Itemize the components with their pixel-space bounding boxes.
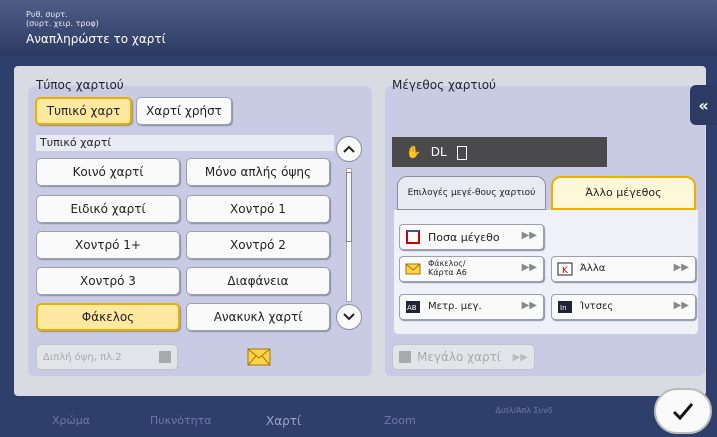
svg-text:In: In bbox=[560, 304, 567, 312]
bottom-tab-density[interactable]: Πυκνότητα bbox=[150, 414, 211, 427]
size-option-label: Άλλα bbox=[580, 263, 606, 274]
size-option-custom[interactable]: AB Μετρ. μεγ. ▶▶ bbox=[399, 294, 544, 320]
paper-size-heading: Μέγεθος χαρτιού bbox=[392, 78, 496, 92]
paper-item-single-side[interactable]: Μόνο απλής όψης bbox=[186, 158, 330, 186]
double-arrow-right-icon: ▶▶ bbox=[512, 352, 528, 363]
paper-item-special[interactable]: Ειδικό χαρτί bbox=[36, 195, 180, 223]
size-option-label: Φάκελος/ Κάρτα Α6 bbox=[428, 259, 467, 277]
duplex-label: Διπλή όψη, πλ.2 bbox=[43, 351, 122, 363]
double-arrow-right-icon: ▶▶ bbox=[673, 300, 689, 311]
bottom-tab-duplex[interactable]: Διπλ/Απλ Συνδ bbox=[494, 406, 554, 416]
custom-size-icon: AB bbox=[406, 301, 420, 313]
current-size-display: ✋ DL bbox=[392, 137, 607, 167]
paper-type-heading: Τύπος χαρτιού bbox=[36, 78, 124, 92]
list-scrollbar[interactable] bbox=[336, 136, 362, 334]
paper-item-thick3[interactable]: Χοντρό 3 bbox=[36, 267, 180, 295]
bottom-tab-zoom[interactable]: Zoom bbox=[384, 414, 416, 427]
bottom-tab-paper[interactable]: Χαρτί bbox=[266, 414, 301, 428]
pocket-size-icon bbox=[406, 230, 420, 244]
svg-text:AB: AB bbox=[407, 304, 417, 312]
envelope-icon-graphic bbox=[247, 348, 271, 366]
size-option-label: Ίντσες bbox=[580, 301, 614, 312]
duplex-second-side-button: Διπλή όψη, πλ.2 bbox=[36, 344, 178, 370]
paper-item-thick1-plus[interactable]: Χοντρό 1+ bbox=[36, 231, 180, 259]
checkbox-icon bbox=[159, 351, 171, 363]
inch-size-icon: In bbox=[558, 301, 572, 313]
header-bar: Ρυθ. συρτ. (συρτ. χειρ. τροφ) Αναπληρώστ… bbox=[0, 0, 717, 56]
tab-other-size[interactable]: Άλλο μέγεθος bbox=[551, 176, 696, 210]
large-paper-button: Μεγάλο χαρτί ▶▶ bbox=[392, 344, 535, 370]
envelope-icon bbox=[247, 348, 271, 366]
size-option-label: Ποσα μέγεθο bbox=[428, 231, 500, 244]
checkmark-icon bbox=[672, 403, 694, 421]
chevron-down-icon bbox=[343, 313, 355, 321]
double-arrow-right-icon: ▶▶ bbox=[673, 262, 689, 273]
paper-item-thick2[interactable]: Χοντρό 2 bbox=[186, 231, 330, 259]
size-option-label: Μετρ. μεγ. bbox=[428, 301, 482, 312]
scroll-thumb[interactable] bbox=[346, 172, 352, 242]
paper-item-envelope[interactable]: Φάκελος bbox=[36, 303, 180, 331]
hand-icon: ✋ bbox=[406, 145, 421, 159]
paper-item-recycled[interactable]: Ανακυκλ χαρτί bbox=[186, 303, 330, 331]
bottom-tab-color[interactable]: Χρώμα bbox=[52, 414, 90, 427]
header-subtitle-line1: Ρυθ. συρτ. bbox=[26, 10, 68, 19]
scroll-up-button[interactable] bbox=[336, 136, 362, 162]
size-option-other[interactable]: K Άλλα ▶▶ bbox=[551, 256, 696, 282]
mode-user-paper-button[interactable]: Χαρτί χρήστ bbox=[136, 97, 232, 125]
double-arrow-right-icon: ▶▶ bbox=[521, 300, 537, 311]
other-size-icon: K bbox=[557, 262, 573, 276]
double-arrow-right-icon: ▶▶ bbox=[521, 230, 537, 241]
tab-size-options[interactable]: Επιλογές μεγέ-θους χαρτιού bbox=[397, 176, 546, 210]
page-title: Αναπληρώστε το χαρτί bbox=[26, 32, 166, 46]
large-paper-label: Μεγάλο χαρτί bbox=[417, 350, 501, 364]
paper-item-thick1[interactable]: Χοντρό 1 bbox=[186, 195, 330, 223]
side-panel-toggle[interactable]: « bbox=[690, 85, 717, 125]
envelope-size-icon bbox=[456, 145, 467, 160]
paper-item-plain[interactable]: Κοινό χαρτί bbox=[36, 158, 180, 186]
ok-button[interactable] bbox=[654, 388, 712, 434]
scroll-down-button[interactable] bbox=[336, 304, 362, 330]
current-size-label: DL bbox=[430, 145, 447, 159]
checkbox-icon bbox=[399, 351, 411, 363]
header-subtitle-line2: (συρτ. χειρ. τροφ) bbox=[26, 19, 99, 28]
envelope-icon bbox=[405, 263, 421, 275]
list-header: Τυπικό χαρτί bbox=[36, 135, 334, 151]
size-option-inches[interactable]: In Ίντσες ▶▶ bbox=[551, 294, 696, 320]
double-arrow-right-icon: ▶▶ bbox=[521, 262, 537, 273]
size-option-pocket[interactable]: Ποσα μέγεθο ▶▶ bbox=[399, 224, 544, 250]
size-option-envelope-card[interactable]: Φάκελος/ Κάρτα Α6 ▶▶ bbox=[399, 256, 544, 282]
mode-standard-paper-button[interactable]: Τυπικό χαρτ bbox=[35, 97, 132, 125]
chevron-up-icon bbox=[343, 145, 355, 153]
header-subtitle: Ρυθ. συρτ. (συρτ. χειρ. τροφ) bbox=[26, 10, 99, 28]
paper-item-transparency[interactable]: Διαφάνεια bbox=[186, 267, 330, 295]
double-chevron-left-icon: « bbox=[698, 95, 709, 115]
bottom-tab-bar: Χρώμα Πυκνότητα Χαρτί Zoom Διπλ/Απλ Συνδ bbox=[0, 404, 717, 437]
